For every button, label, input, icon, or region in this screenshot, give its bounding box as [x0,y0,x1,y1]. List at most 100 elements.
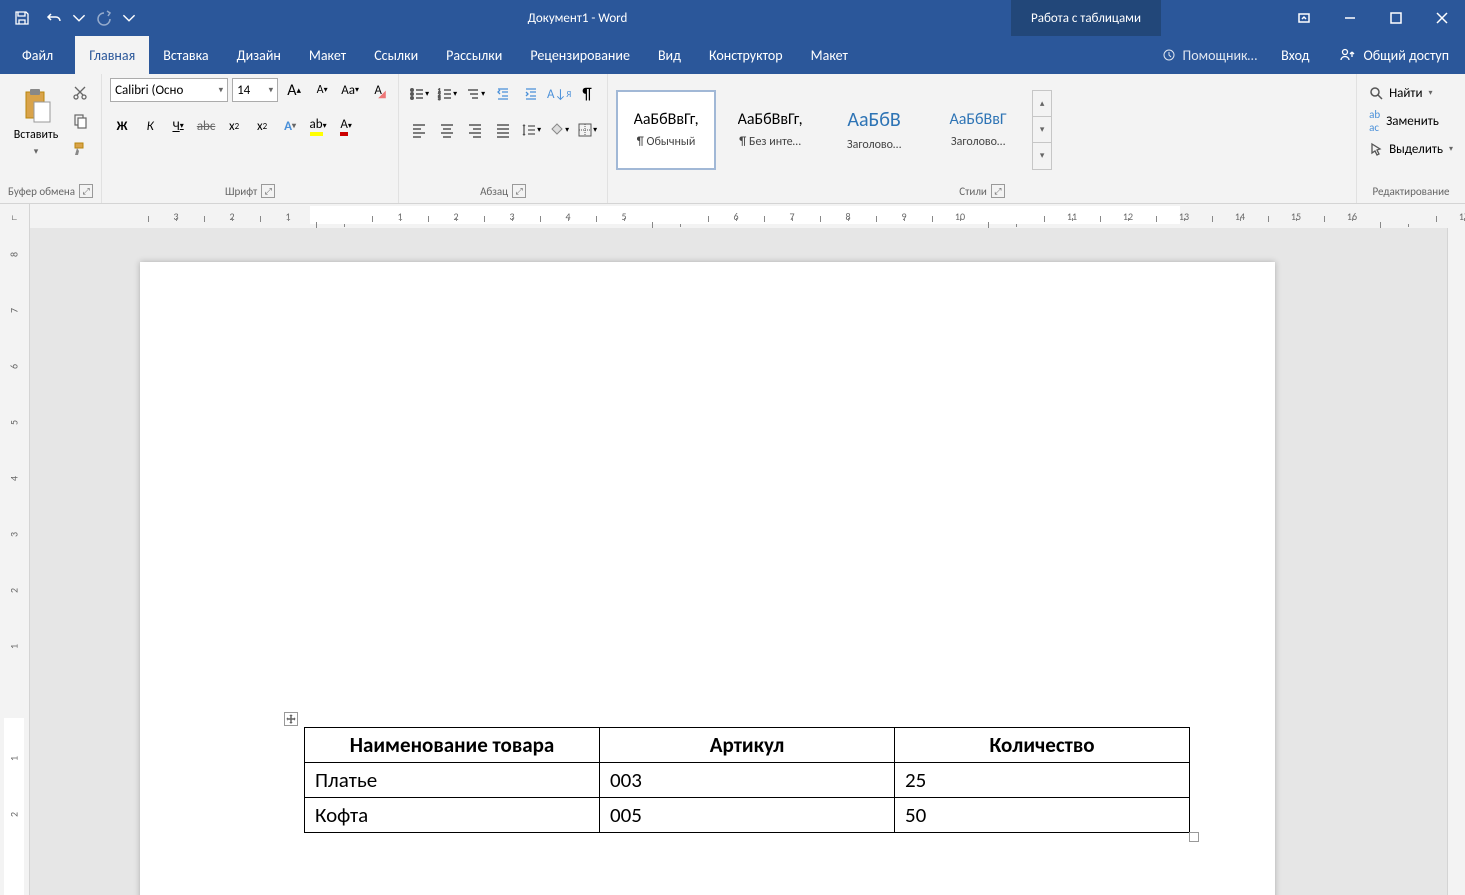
borders-icon[interactable]: ▾ [575,118,599,142]
shading-icon[interactable]: ▾ [547,118,571,142]
line-spacing-icon[interactable]: ▾ [519,118,543,142]
table-cell[interactable]: 50 [895,798,1190,833]
style-normal[interactable]: АаБбВвГг,¶ Обычный [616,90,716,170]
highlight-icon[interactable]: ab▾ [306,114,330,138]
grow-font-icon[interactable]: A▴ [282,78,306,102]
group-clipboard: Вставить ▾ Буфер обмена ⤢ [0,74,102,203]
clipboard-launcher-icon[interactable]: ⤢ [79,184,93,198]
vertical-ruler[interactable]: 8765432112 [0,228,30,895]
table-cell[interactable]: 003 [600,763,895,798]
tab-mailings[interactable]: Рассылки [432,36,516,74]
page: Наименование товара Артикул Количество П… [140,262,1275,895]
multilevel-icon[interactable]: ▾ [463,82,487,106]
indent-right-icon[interactable] [519,82,543,106]
tab-view[interactable]: Вид [644,36,695,74]
styles-gallery-more[interactable]: ▴▾▾ [1032,90,1052,170]
contextual-tab-label: Работа с таблицами [1011,0,1161,36]
tab-selector[interactable]: ∟ [0,204,30,228]
font-color-icon[interactable]: A▾ [334,114,358,138]
styles-launcher-icon[interactable]: ⤢ [991,184,1005,198]
sign-in-button[interactable]: Вход [1267,36,1323,74]
group-paragraph: ▾ 123▾ ▾ А↓Я ¶ ▾ ▾ ▾ [399,74,608,203]
superscript-button[interactable]: x2 [250,114,274,138]
find-button[interactable]: Найти▾ [1365,82,1457,104]
undo-dropdown-icon[interactable] [72,5,86,31]
ribbon: Вставить ▾ Буфер обмена⤢ Calibri (Осно▾ … [0,74,1465,204]
vertical-scrollbar[interactable] [1447,228,1465,895]
tab-table-layout[interactable]: Макет [797,36,862,74]
table-header[interactable]: Наименование товара [305,728,600,763]
underline-button[interactable]: Ч▾ [166,114,190,138]
minimize-icon[interactable] [1327,0,1373,36]
paste-label: Вставить [14,128,59,142]
tab-file[interactable]: Файл [0,36,75,74]
tell-me-label: Помощник… [1183,47,1258,64]
styles-label: Стили [959,185,987,198]
replace-button[interactable]: abacЗаменить [1365,110,1457,132]
pilcrow-icon[interactable]: ¶ [575,82,599,106]
document-canvas[interactable]: Наименование товара Артикул Количество П… [30,228,1447,895]
table-cell[interactable]: Кофта [305,798,600,833]
paragraph-label: Абзац [480,185,508,198]
tab-design[interactable]: Дизайн [223,36,295,74]
table-header[interactable]: Артикул [600,728,895,763]
justify-icon[interactable] [491,118,515,142]
share-label: Общий доступ [1363,47,1449,64]
numbering-icon[interactable]: 123▾ [435,82,459,106]
style-no-spacing[interactable]: АаБбВвГг,¶ Без инте… [720,90,820,170]
table-resize-handle-icon[interactable] [1189,832,1199,842]
svg-text:3: 3 [438,96,441,102]
bold-button[interactable]: Ж [110,114,134,138]
quick-access-toolbar [0,5,144,31]
save-icon[interactable] [8,5,36,31]
maximize-icon[interactable] [1373,0,1419,36]
table-move-handle-icon[interactable] [284,712,298,726]
format-painter-icon[interactable] [68,138,92,160]
text-effects-icon[interactable]: A▾ [278,114,302,138]
redo-icon[interactable] [90,5,118,31]
align-center-icon[interactable] [435,118,459,142]
document-table[interactable]: Наименование товара Артикул Количество П… [304,727,1190,833]
ribbon-display-icon[interactable] [1281,0,1327,36]
paste-button[interactable]: Вставить ▾ [8,78,64,166]
paragraph-launcher-icon[interactable]: ⤢ [512,184,526,198]
style-heading1[interactable]: АаБбВЗаголово… [824,90,924,170]
italic-button[interactable]: К [138,114,162,138]
table-header[interactable]: Количество [895,728,1190,763]
sort-icon[interactable]: А↓Я [547,82,571,106]
font-name-combo[interactable]: Calibri (Осно▾ [110,78,228,102]
undo-icon[interactable] [40,5,68,31]
select-button[interactable]: Выделить▾ [1365,138,1457,160]
tab-insert[interactable]: Вставка [149,36,222,74]
cut-icon[interactable] [68,82,92,104]
tab-layout[interactable]: Макет [295,36,360,74]
indent-left-icon[interactable] [491,82,515,106]
table-cell[interactable]: 25 [895,763,1190,798]
strike-button[interactable]: abc [194,114,218,138]
window-controls [1281,0,1465,36]
title-bar: Документ1 - Word Работа с таблицами [0,0,1465,36]
style-heading2[interactable]: АаБбВвГЗаголово… [928,90,1028,170]
tab-home[interactable]: Главная [75,36,149,74]
font-launcher-icon[interactable]: ⤢ [261,184,275,198]
font-size-combo[interactable]: 14▾ [232,78,278,102]
copy-icon[interactable] [68,110,92,132]
table-cell[interactable]: 005 [600,798,895,833]
align-left-icon[interactable] [407,118,431,142]
share-button[interactable]: Общий доступ [1323,36,1465,74]
tab-references[interactable]: Ссылки [360,36,432,74]
clipboard-label: Буфер обмена [8,185,75,198]
tab-review[interactable]: Рецензирование [516,36,644,74]
table-cell[interactable]: Платье [305,763,600,798]
tell-me-search[interactable]: Помощник… [1151,36,1268,74]
tab-table-design[interactable]: Конструктор [695,36,797,74]
qat-customize-icon[interactable] [122,5,136,31]
shrink-font-icon[interactable]: A▾ [310,78,334,102]
change-case-icon[interactable]: Aa▾ [338,78,362,102]
close-icon[interactable] [1419,0,1465,36]
subscript-button[interactable]: x2 [222,114,246,138]
bullets-icon[interactable]: ▾ [407,82,431,106]
clear-format-icon[interactable]: A◢ [366,78,390,102]
align-right-icon[interactable] [463,118,487,142]
horizontal-ruler[interactable]: ∟ 3211234567891011121314151617 [0,204,1465,228]
